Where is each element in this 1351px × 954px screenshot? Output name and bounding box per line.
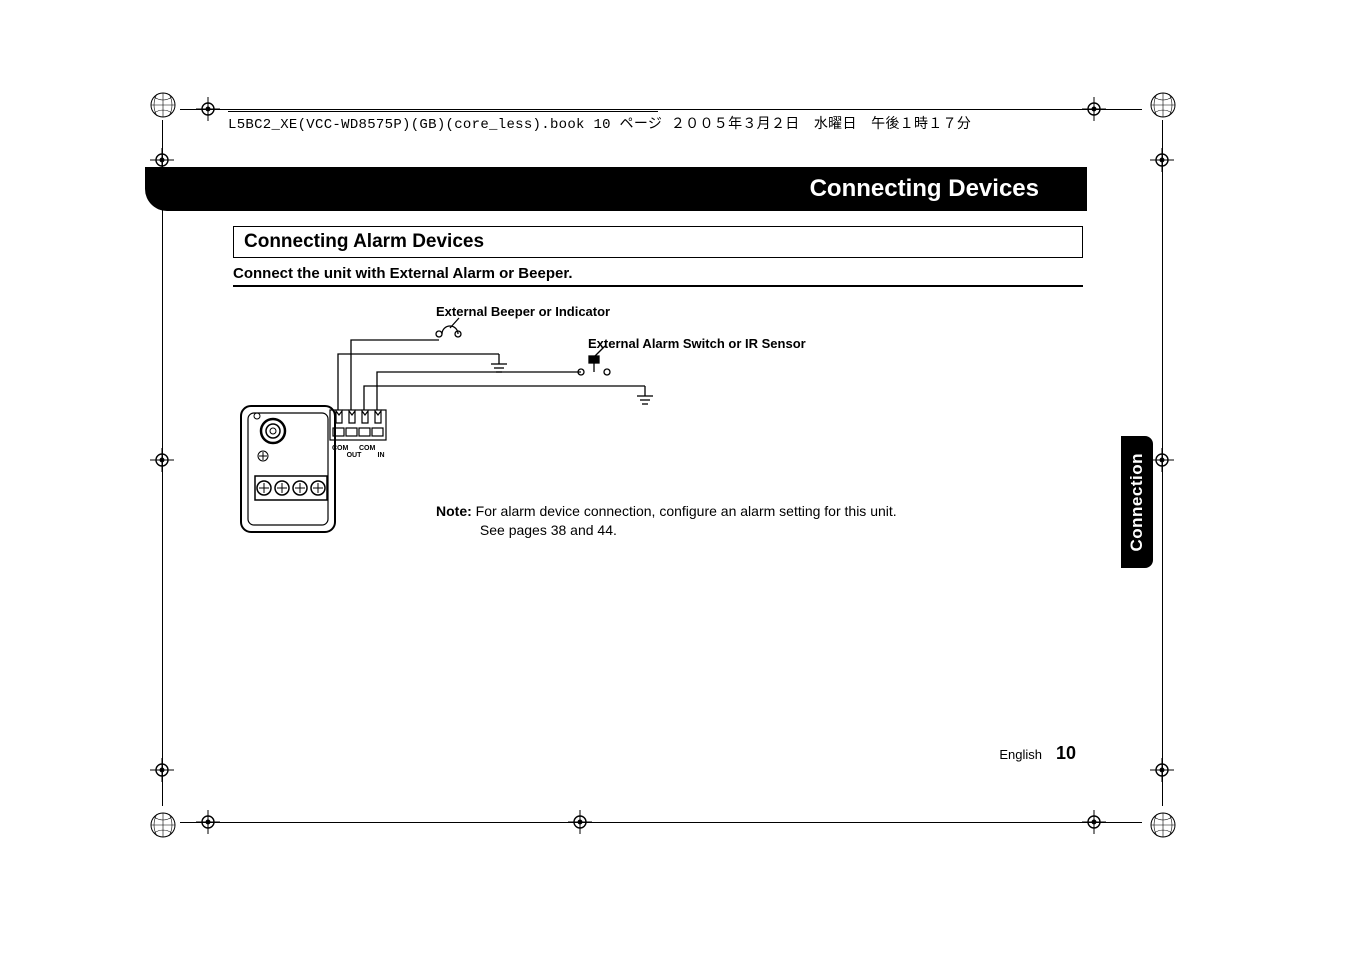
subheading-rule [233,285,1083,287]
note-line1: For alarm device connection, configure a… [476,503,897,519]
header-rule [228,111,658,112]
reg-mark-icon [1150,448,1174,472]
globe-icon [1150,812,1176,838]
reg-mark-icon [1082,810,1106,834]
section-tab-label: Connection [1127,453,1147,552]
file-info: L5BC2_XE(VCC-WD8575P)(GB)(core_less).boo… [228,113,1124,133]
reg-mark-icon [150,448,174,472]
footer-language: English [999,747,1042,762]
reg-mark-icon [568,810,592,834]
terminal-label-com1: COM [332,445,348,452]
terminal-label-out: OUT [346,452,362,459]
page-title: Connecting Devices [810,175,1039,203]
reg-mark-icon [1150,148,1174,172]
globe-icon [150,92,176,118]
section-tab: Connection [1121,436,1153,568]
subheading: Connect the unit with External Alarm or … [233,265,573,282]
note-label: Note: [436,503,472,519]
note-line2: See pages 38 and 44. [480,522,617,538]
section-heading: Connecting Alarm Devices [233,226,1083,258]
reg-mark-icon [150,758,174,782]
globe-icon [150,812,176,838]
globe-icon [1150,92,1176,118]
terminal-label-in: IN [375,452,387,459]
page-title-banner: Connecting Devices [145,167,1087,211]
reg-mark-icon [1150,758,1174,782]
reg-mark-icon [196,97,220,121]
page-footer: English 10 [999,743,1076,764]
terminal-label-com2: COM [359,445,375,452]
crop-line-bottom [180,822,1142,823]
footer-page-number: 10 [1056,743,1076,764]
section-heading-text: Connecting Alarm Devices [244,231,484,252]
reg-mark-icon [196,810,220,834]
note-block: Note: For alarm device connection, confi… [436,502,996,540]
crop-line-top [180,109,1142,110]
